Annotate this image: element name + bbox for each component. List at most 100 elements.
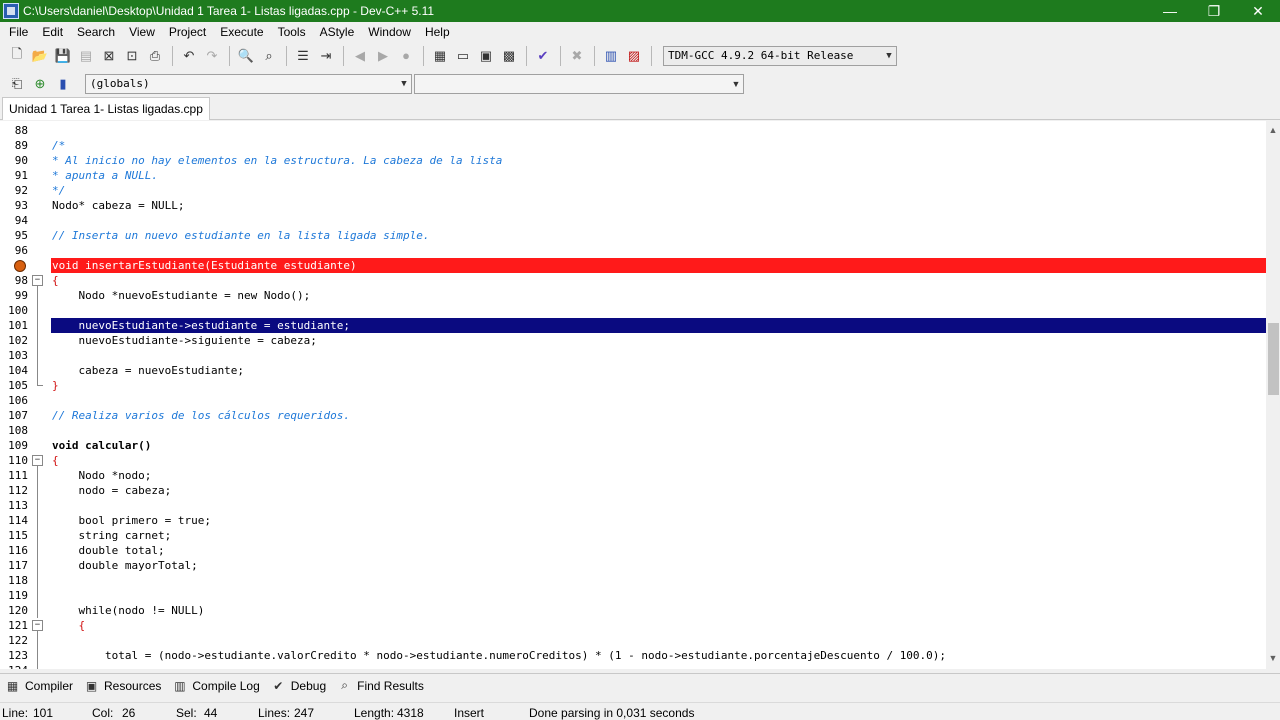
save-all-icon[interactable]: ▤ [75, 45, 97, 67]
status-bar: Line: 101 Col: 26 Sel: 44 Lines: 247 Len… [0, 702, 1280, 720]
print-icon[interactable]: ⎙ [144, 45, 166, 67]
menu-view[interactable]: View [122, 22, 162, 42]
tab-find-results-label: Find Results [357, 678, 424, 693]
code-text: nuevoEstudiante->estudiante = estudiante… [52, 319, 351, 332]
indent-icon[interactable]: ☰ [292, 45, 314, 67]
toggle-bookmark-icon[interactable]: ⊕ [29, 73, 51, 95]
bookmark-icon[interactable]: ▶ [372, 45, 394, 67]
profile-icon[interactable]: ▥ [600, 45, 622, 67]
unindent-icon[interactable]: ◀ [349, 45, 371, 67]
insert-icon[interactable]: ⎗ [6, 73, 28, 95]
code-line: 92 */ [0, 183, 1266, 198]
stop-execution-icon[interactable]: ✖ [566, 45, 588, 67]
chevron-down-icon: ▼ [401, 78, 407, 89]
rebuild-all-icon[interactable]: ▩ [498, 45, 520, 67]
compiler-select[interactable]: TDM-GCC 4.9.2 64-bit Release ▼ [663, 45, 897, 66]
compile-icon[interactable]: ▦ [429, 45, 451, 67]
code-line: 100 [0, 303, 1266, 318]
status-col-label: Col: [92, 706, 114, 720]
open-file-icon[interactable]: 📂 [29, 45, 51, 67]
save-icon[interactable]: 💾 [52, 45, 74, 67]
editor-tab-strip: Unidad 1 Tarea 1- Listas ligadas.cpp [0, 96, 1280, 120]
close-all-icon[interactable]: ⊡ [121, 45, 143, 67]
undo-icon[interactable]: ↶ [178, 45, 200, 67]
code-text: while(nodo != NULL) [52, 604, 205, 617]
menu-project[interactable]: Project [162, 22, 213, 42]
syntax-check-icon[interactable]: ✔ [532, 45, 554, 67]
menu-astyle[interactable]: AStyle [313, 22, 362, 42]
tab-resources[interactable]: ▣ Resources [79, 675, 167, 697]
tab-debug[interactable]: ✔ Debug [266, 675, 332, 697]
code-line: 110−{ [0, 453, 1266, 468]
close-button[interactable]: ✕ [1236, 0, 1280, 22]
code-text: // Inserta un nuevo estudiante en la lis… [52, 229, 430, 242]
breakpoint-icon[interactable] [14, 260, 26, 272]
code-line: 96 [0, 243, 1266, 258]
stop-icon[interactable]: ● [395, 45, 417, 67]
code-editor[interactable]: 88 89 /* 90 * Al inicio no hay elementos e… [0, 121, 1266, 669]
line-number: 107 [8, 409, 28, 422]
line-number: 123 [8, 649, 28, 662]
scroll-up-icon[interactable]: ▲ [1266, 125, 1280, 139]
code-line: 98−{ [0, 273, 1266, 288]
line-number: 101 [8, 319, 28, 332]
line-number: 124 [0, 663, 28, 669]
minimize-button[interactable]: — [1148, 0, 1192, 22]
code-text: // Realiza varios de los cálculos requer… [52, 409, 351, 422]
redo-icon[interactable]: ↷ [201, 45, 223, 67]
fold-guide [37, 631, 38, 669]
status-line-label: Line: [2, 706, 29, 720]
tab-debug-label: Debug [290, 678, 327, 693]
fold-collapse-icon[interactable]: − [32, 275, 43, 286]
goto-bookmark-icon[interactable]: ▮ [52, 73, 74, 95]
tab-compiler[interactable]: ▦ Compiler [0, 675, 79, 697]
status-lines-label: Lines: [258, 706, 291, 720]
goto-line-icon[interactable]: ⇥ [315, 45, 337, 67]
code-line: 124 [0, 663, 1266, 669]
fold-collapse-icon[interactable]: − [32, 620, 43, 631]
fold-collapse-icon[interactable]: − [32, 455, 43, 466]
menu-window[interactable]: Window [361, 22, 418, 42]
status-lines-value: 247 [294, 706, 315, 720]
line-number: 115 [8, 529, 28, 542]
line-number: 94 [14, 214, 28, 227]
code-line: 93 Nodo* cabeza = NULL; [0, 198, 1266, 213]
scroll-down-icon[interactable]: ▼ [1266, 653, 1280, 667]
code-line: 94 [0, 213, 1266, 228]
status-line-value: 101 [33, 706, 54, 720]
menu-execute[interactable]: Execute [213, 22, 270, 42]
close-file-icon[interactable]: ⊠ [98, 45, 120, 67]
menu-file[interactable]: File [2, 22, 35, 42]
function-select[interactable]: ▼ [414, 73, 744, 94]
code-line: 107 // Realiza varios de los cálculos req… [0, 408, 1266, 423]
menu-tools[interactable]: Tools [271, 22, 313, 42]
code-text: */ [52, 184, 66, 197]
replace-icon[interactable]: ⌕ [258, 45, 280, 67]
menu-search[interactable]: Search [70, 22, 122, 42]
scrollbar-thumb[interactable] [1268, 323, 1279, 395]
menu-edit[interactable]: Edit [35, 22, 70, 42]
code-line: 109 void calcular() [0, 438, 1266, 453]
tab-find-results[interactable]: ⌕ Find Results [332, 675, 430, 697]
tab-compile-log[interactable]: ▥ Compile Log [167, 675, 265, 697]
line-number: 103 [8, 349, 28, 362]
compile-run-icon[interactable]: ▣ [475, 45, 497, 67]
find-results-icon: ⌕ [341, 678, 348, 692]
line-number: 109 [8, 439, 28, 452]
vertical-scrollbar[interactable]: ▲ ▼ [1266, 121, 1280, 669]
line-number: 96 [14, 244, 28, 257]
line-number: 92 [14, 184, 28, 197]
find-icon[interactable]: 🔍 [235, 45, 257, 67]
scope-select[interactable]: (globals) ▼ [85, 73, 412, 94]
status-length-value: 4318 [397, 706, 424, 720]
restore-button[interactable]: ❐ [1192, 0, 1236, 22]
line-number: 99 [14, 289, 28, 302]
delete-profile-icon[interactable]: ▨ [623, 45, 645, 67]
menu-help[interactable]: Help [418, 22, 457, 42]
tab-listas-ligadas[interactable]: Unidad 1 Tarea 1- Listas ligadas.cpp [2, 97, 210, 120]
code-line: 117 double mayorTotal; [0, 558, 1266, 573]
new-file-icon[interactable]: 🗋 [6, 45, 28, 67]
code-line: 116 double total; [0, 543, 1266, 558]
line-number: 112 [8, 484, 28, 497]
run-icon[interactable]: ▭ [452, 45, 474, 67]
